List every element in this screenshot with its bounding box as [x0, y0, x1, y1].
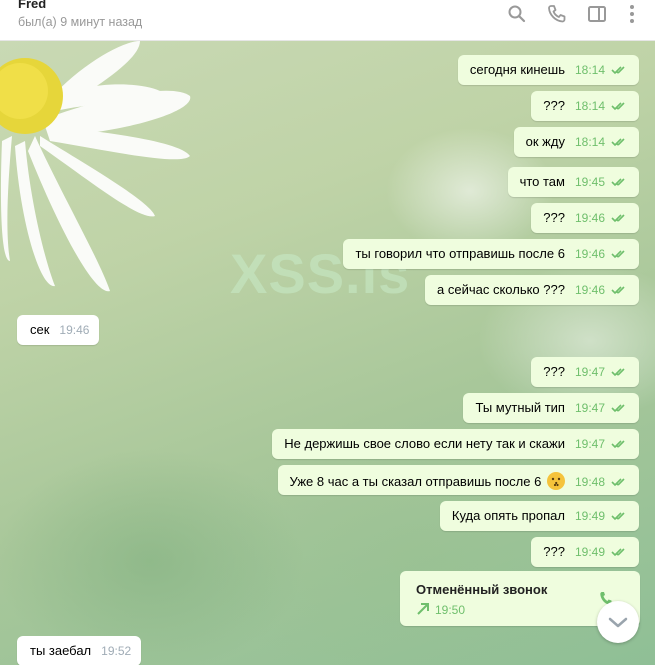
message-time: 19:46 — [574, 283, 605, 297]
message-time: 19:49 — [574, 545, 605, 559]
double-check-icon — [611, 404, 625, 413]
double-check-icon — [611, 286, 625, 295]
outgoing-message[interactable]: ??? 19:49 — [531, 537, 639, 567]
double-check-icon — [611, 440, 625, 449]
message-text: а сейчас сколько ??? — [437, 282, 565, 297]
message-time: 19:52 — [101, 644, 132, 658]
double-check-icon — [611, 66, 625, 75]
outgoing-message[interactable]: ??? 19:46 — [531, 203, 639, 233]
double-check-icon — [611, 548, 625, 557]
double-check-icon — [611, 250, 625, 259]
outgoing-message[interactable]: Куда опять пропал 19:49 — [439, 501, 639, 531]
double-check-icon — [611, 138, 625, 147]
outgoing-message[interactable]: Уже 8 час а ты сказал отправишь после 6 … — [277, 465, 639, 495]
double-check-icon — [611, 512, 625, 521]
message-text: ??? — [543, 544, 565, 559]
message-time: 18:14 — [574, 135, 605, 149]
outgoing-message[interactable]: сегодня кинешь 18:14 — [457, 55, 639, 85]
message-time: 19:48 — [574, 475, 605, 489]
outgoing-message[interactable]: ты говорил что отправишь после 6 19:46 — [343, 239, 639, 269]
chat-header: Fred был(а) 9 минут назад — [0, 0, 655, 41]
message-time: 19:47 — [574, 365, 605, 379]
message-time: 18:14 — [574, 99, 605, 113]
call-title: Отменённый звонок — [416, 582, 548, 597]
message-time: 19:47 — [574, 437, 605, 451]
phone-icon[interactable] — [547, 4, 567, 24]
message-time: 18:14 — [574, 63, 605, 77]
double-check-icon — [611, 478, 625, 487]
outgoing-message[interactable]: ??? 18:14 — [531, 91, 639, 121]
outgoing-message[interactable]: ??? 19:47 — [531, 357, 639, 387]
outgoing-message[interactable]: Ты мутный тип 19:47 — [463, 393, 639, 423]
outgoing-call-arrow-icon — [416, 602, 430, 619]
outgoing-message[interactable]: ок жду 18:14 — [513, 127, 639, 157]
message-text: ты заебал — [30, 643, 92, 658]
message-time: 19:46 — [59, 323, 90, 337]
call-time: 19:50 — [435, 603, 466, 617]
message-text: ??? — [543, 98, 565, 113]
double-check-icon — [611, 178, 625, 187]
message-text: ??? — [543, 364, 565, 379]
chat-area[interactable]: XSS.is сегодня кинешь 18:14??? 18:14 ок жду… — [0, 41, 655, 665]
incoming-message[interactable]: ты заебал 19:52 — [17, 636, 142, 665]
contact-status: был(а) 9 минут назад — [18, 15, 143, 29]
double-check-icon — [611, 368, 625, 377]
message-text: что там — [519, 174, 565, 189]
scroll-down-button[interactable] — [597, 601, 639, 643]
message-text: Ты мутный тип — [475, 400, 565, 415]
more-icon[interactable] — [622, 4, 642, 24]
outgoing-message[interactable]: Не держишь свое слово если нету так и ск… — [272, 429, 639, 459]
chevron-down-icon — [608, 617, 628, 628]
message-time: 19:46 — [574, 247, 605, 261]
message-text: ок жду — [525, 134, 565, 149]
emoji-icon — [546, 472, 565, 490]
message-text: сек — [30, 322, 50, 337]
search-icon[interactable] — [507, 4, 527, 24]
double-check-icon — [611, 102, 625, 111]
double-check-icon — [611, 214, 625, 223]
outgoing-message[interactable]: а сейчас сколько ??? 19:46 — [425, 275, 639, 305]
sidebar-icon[interactable] — [587, 4, 607, 24]
message-time: 19:45 — [574, 175, 605, 189]
message-text: ??? — [543, 210, 565, 225]
message-text: Уже 8 час а ты сказал отправишь после 6 — [289, 474, 542, 489]
incoming-message[interactable]: сек 19:46 — [17, 315, 100, 345]
message-time: 19:47 — [574, 401, 605, 415]
message-text: ты говорил что отправишь после 6 — [355, 246, 565, 261]
message-text: сегодня кинешь — [469, 62, 565, 77]
contact-name[interactable]: Fred — [18, 0, 46, 11]
message-text: Не держишь свое слово если нету так и ск… — [284, 436, 565, 451]
message-text: Куда опять пропал — [451, 508, 565, 523]
message-time: 19:46 — [574, 211, 605, 225]
message-time: 19:49 — [574, 509, 605, 523]
chamomile-flower-background — [0, 41, 191, 292]
outgoing-message[interactable]: что там 19:45 — [507, 167, 639, 197]
